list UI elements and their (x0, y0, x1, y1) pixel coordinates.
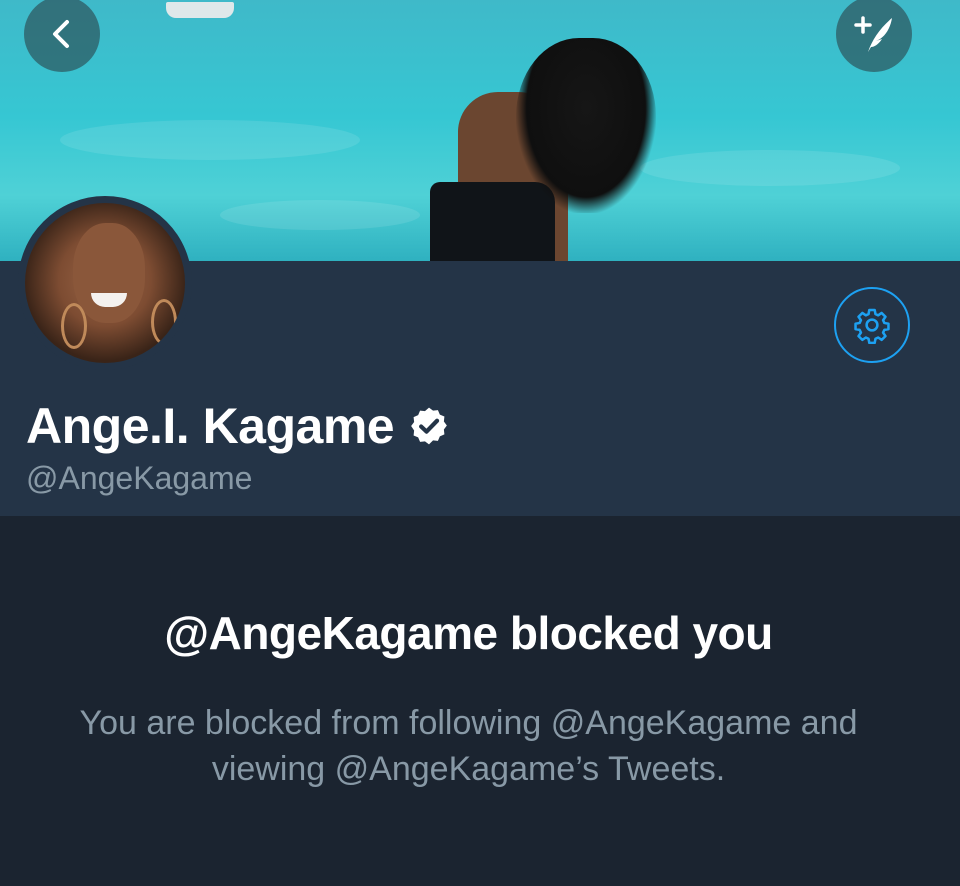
banner-wave (60, 120, 360, 160)
avatar[interactable] (25, 203, 185, 363)
compose-tweet-icon (854, 16, 892, 52)
gear-icon (854, 308, 890, 344)
banner-person-hair (516, 38, 656, 213)
verified-badge-icon (408, 405, 450, 447)
banner-boat (166, 2, 234, 18)
settings-button[interactable] (834, 287, 910, 363)
blocked-title: @AngeKagame blocked you (164, 607, 773, 659)
banner-wave (640, 150, 900, 186)
avatar-earring (61, 303, 87, 349)
banner-wave (220, 200, 420, 230)
avatar-earring (151, 299, 177, 345)
profile-handle: @AngeKagame (26, 460, 253, 496)
avatar-face (73, 223, 145, 323)
display-name: Ange.I. Kagame (26, 398, 395, 454)
blocked-message: You are blocked from following @AngeKaga… (79, 704, 858, 788)
chevron-left-icon (53, 20, 69, 48)
profile-name-row: Ange.I. Kagame (26, 396, 450, 456)
